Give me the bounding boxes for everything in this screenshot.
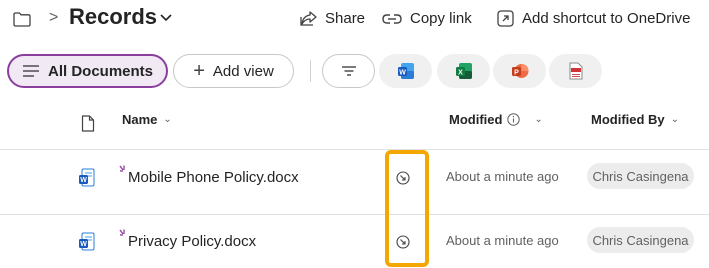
filter-button[interactable] (322, 54, 375, 88)
chevron-down-icon[interactable] (159, 10, 173, 24)
copy-link-label: Copy link (410, 10, 472, 27)
powerpoint-icon: P (511, 64, 528, 78)
modified-by-person[interactable]: Chris Casingena (587, 227, 694, 253)
page-title[interactable]: Records (69, 4, 157, 30)
excel-filter-button[interactable]: X (437, 54, 490, 88)
folder-icon[interactable] (13, 12, 31, 27)
view-switcher-button[interactable]: All Documents (7, 54, 168, 88)
column-header-modified-by[interactable]: Modified By ⌄ (591, 112, 679, 127)
add-shortcut-label: Add shortcut to OneDrive (522, 10, 691, 27)
chevron-down-icon: ⌄ (534, 114, 543, 125)
table-row[interactable]: W Privacy Policy.docx About a minute ago… (0, 214, 709, 268)
modified-time: About a minute ago (446, 169, 559, 184)
filter-icon (341, 66, 356, 76)
list-icon (22, 65, 39, 77)
svg-text:W: W (80, 241, 87, 248)
add-view-button[interactable]: + Add view (173, 54, 294, 88)
share-button[interactable]: Share (300, 10, 365, 27)
column-name-label: Name (122, 112, 158, 127)
word-filter-button[interactable]: W (379, 54, 432, 88)
column-modified-by-label: Modified By (591, 112, 665, 127)
svg-text:P: P (514, 69, 519, 76)
pdf-icon (569, 62, 582, 80)
svg-text:X: X (458, 69, 463, 76)
chevron-down-icon: ⌄ (163, 114, 172, 125)
powerpoint-filter-button[interactable]: P (493, 54, 546, 88)
breadcrumb-separator-icon: > (49, 9, 59, 26)
share-icon (300, 11, 317, 26)
share-label: Share (325, 10, 366, 27)
svg-text:W: W (399, 69, 406, 76)
word-icon: W (397, 63, 414, 79)
pdf-filter-button[interactable] (549, 54, 602, 88)
column-header-name[interactable]: Name ⌄ (122, 112, 172, 127)
svg-text:W: W (80, 177, 87, 184)
column-header-modified[interactable]: Modified ⌄ (449, 112, 543, 127)
open-external-icon (497, 10, 514, 27)
word-document-icon: W (79, 232, 95, 251)
modified-time: About a minute ago (446, 233, 559, 248)
copy-link-button[interactable]: Copy link (382, 10, 472, 27)
view-label: All Documents (47, 62, 153, 80)
command-bar: > Records Share Copy link Add shortcut t… (0, 0, 709, 40)
highlight-box (385, 150, 429, 267)
table-row[interactable]: W Mobile Phone Policy.docx About a minut… (0, 150, 709, 206)
excel-icon: X (455, 63, 472, 79)
file-name-link[interactable]: Privacy Policy.docx (128, 233, 256, 250)
chevron-down-icon: ⌄ (670, 114, 680, 125)
word-document-icon: W (79, 168, 95, 187)
add-shortcut-button[interactable]: Add shortcut to OneDrive (497, 10, 690, 27)
file-type-header-icon[interactable] (81, 115, 95, 132)
column-modified-label: Modified (449, 112, 503, 127)
info-icon[interactable] (507, 113, 521, 126)
modified-by-person[interactable]: Chris Casingena (587, 163, 694, 189)
plus-icon: + (193, 60, 205, 82)
toolbar-divider (310, 60, 311, 82)
file-name-link[interactable]: Mobile Phone Policy.docx (128, 169, 299, 186)
link-icon (382, 13, 402, 24)
add-view-label: Add view (212, 62, 274, 80)
